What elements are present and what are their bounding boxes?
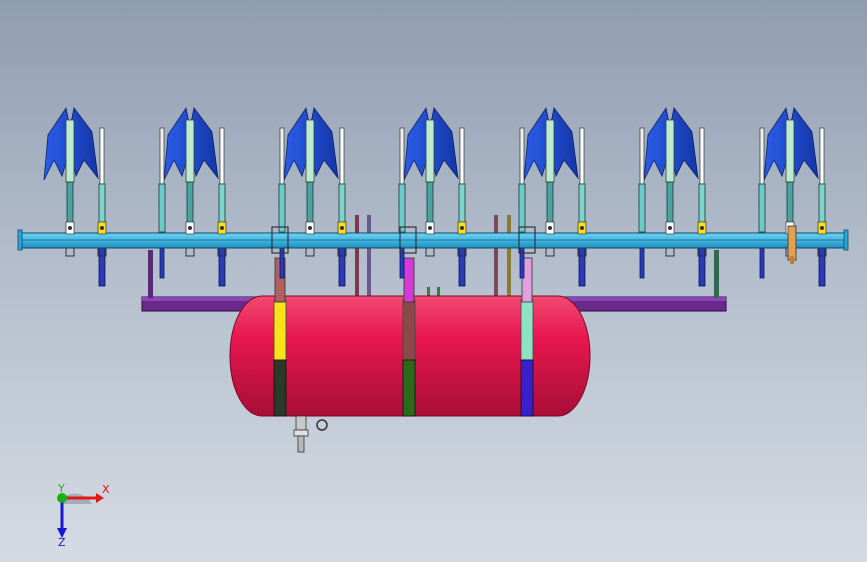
cad-viewport[interactable]: X Y Z: [0, 0, 867, 562]
coordinate-triad: X Y Z: [57, 482, 110, 549]
side-rod-left: [279, 127, 285, 185]
shank-upper: [545, 119, 555, 183]
shank-upper: [65, 119, 75, 183]
tine: [338, 247, 346, 287]
plow-assembly-model[interactable]: [0, 0, 867, 562]
tine: [98, 247, 106, 287]
shank-upper: [185, 119, 195, 183]
side-rod: [819, 127, 825, 185]
side-rod-left-lower: [518, 183, 526, 233]
shank-upper: [425, 119, 435, 183]
side-rod: [339, 127, 345, 185]
tine-left: [759, 247, 765, 279]
side-rod: [99, 127, 105, 185]
side-rod: [219, 127, 225, 185]
z-axis-label: Z: [58, 536, 66, 549]
side-rod: [699, 127, 705, 185]
plow-unit: [158, 106, 226, 287]
side-rod-left-lower: [758, 183, 766, 233]
side-rod-left: [519, 127, 525, 185]
side-rod-left: [399, 127, 405, 185]
tine: [458, 247, 466, 287]
side-rod-left: [759, 127, 765, 185]
tine-left: [159, 247, 165, 279]
plow-unit: [278, 106, 346, 287]
plow-unit: [43, 106, 106, 287]
plow-unit: [638, 106, 706, 287]
side-rod: [579, 127, 585, 185]
y-axis-label: Y: [57, 482, 65, 495]
drain-valve: [293, 415, 328, 453]
tine: [578, 247, 586, 287]
side-rod-left-lower: [398, 183, 406, 233]
side-rod-left-lower: [638, 183, 646, 233]
tine-left: [639, 247, 645, 279]
shank-upper: [665, 119, 675, 183]
tine: [818, 247, 826, 287]
x-axis-label: X: [102, 483, 110, 496]
tine: [698, 247, 706, 287]
tine: [218, 247, 226, 287]
plow-units: [43, 106, 826, 287]
shank-upper: [305, 119, 315, 183]
side-rod-left: [639, 127, 645, 185]
side-rod-left-lower: [278, 183, 286, 233]
side-rod-left: [159, 127, 165, 185]
shank-upper: [785, 119, 795, 183]
side-rod: [459, 127, 465, 185]
side-rod-left-lower: [158, 183, 166, 233]
